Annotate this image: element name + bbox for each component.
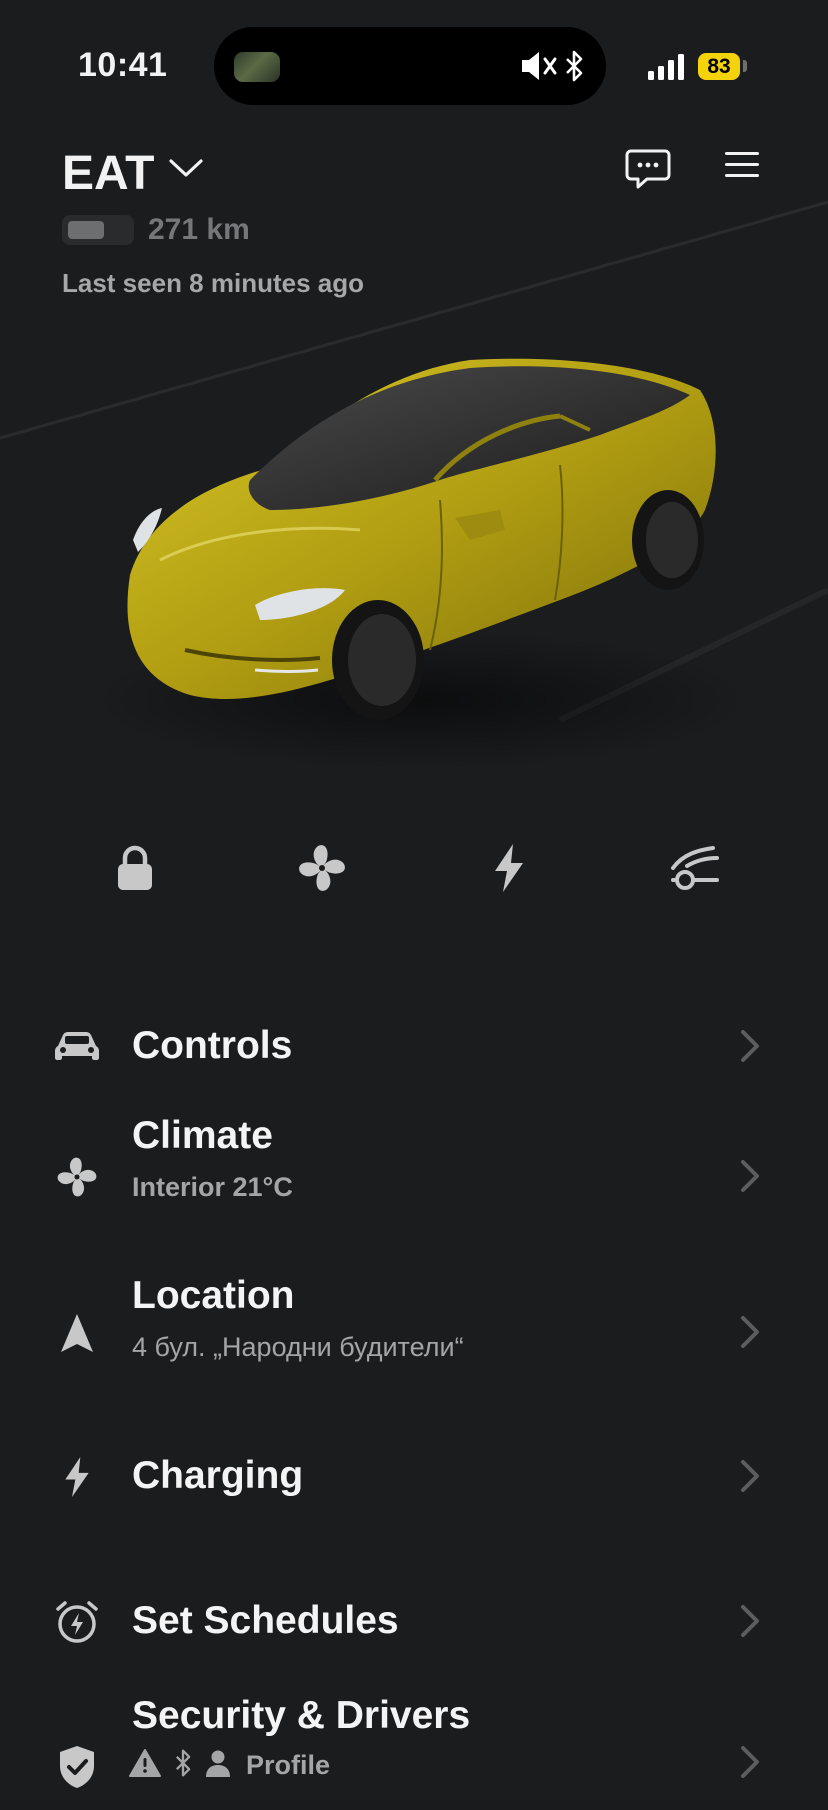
chevron-right-icon	[738, 1312, 762, 1352]
charging-quick-button[interactable]	[469, 830, 549, 910]
chevron-right-icon	[738, 1456, 762, 1496]
security-subtitle: Profile	[246, 1750, 331, 1780]
menu-item-set-schedules[interactable]: Set Schedules	[0, 1575, 828, 1675]
security-title: Security & Drivers	[132, 1694, 471, 1737]
climate-title: Climate	[132, 1114, 273, 1157]
fan-icon	[52, 1152, 102, 1202]
status-bar: 10:41 83	[0, 0, 828, 120]
chevron-right-icon	[738, 1026, 762, 1066]
silent-mode-icon	[520, 49, 560, 88]
menu-item-security-drivers[interactable]: Security & Drivers Profile	[0, 1690, 828, 1810]
profile-person-icon	[204, 1748, 232, 1783]
lock-icon	[115, 844, 155, 897]
battery-icon: 83	[698, 53, 740, 80]
lock-button[interactable]	[95, 830, 175, 910]
bluetooth-icon	[172, 1748, 194, 1783]
lightning-icon	[52, 1452, 102, 1502]
now-playing-thumbnail	[234, 52, 280, 82]
status-time: 10:41	[78, 46, 168, 84]
security-status-icons: Profile	[128, 1748, 330, 1783]
chevron-right-icon	[738, 1601, 762, 1641]
bluetooth-icon	[564, 49, 584, 88]
menu-item-climate[interactable]: Climate Interior 21°C	[0, 1110, 828, 1240]
menu-item-controls[interactable]: Controls	[0, 1000, 828, 1100]
chevron-right-icon	[738, 1742, 762, 1782]
chevron-right-icon	[738, 1156, 762, 1196]
car-illustration	[0, 180, 828, 820]
frunk-button[interactable]	[655, 830, 735, 910]
quick-actions-bar	[0, 830, 828, 910]
alarm-clock-icon	[52, 1597, 102, 1647]
navigation-arrow-icon	[52, 1308, 102, 1358]
lightning-icon	[491, 843, 527, 898]
menu-item-charging[interactable]: Charging	[0, 1430, 828, 1530]
controls-title: Controls	[132, 1024, 293, 1067]
battery-percent: 83	[707, 55, 731, 78]
car-icon	[52, 1020, 102, 1070]
set-schedules-title: Set Schedules	[132, 1599, 399, 1642]
island-icons	[520, 49, 584, 88]
climate-quick-button[interactable]	[282, 830, 362, 910]
warning-icon	[128, 1748, 162, 1783]
shield-check-icon	[52, 1742, 102, 1792]
location-title: Location	[132, 1274, 295, 1317]
charging-title: Charging	[132, 1454, 304, 1497]
fan-icon	[296, 842, 348, 899]
cellular-signal-icon	[648, 54, 688, 85]
location-subtitle: 4 бул. „Народни будители“	[132, 1332, 464, 1362]
battery-nub	[743, 60, 747, 72]
climate-subtitle: Interior 21°C	[132, 1172, 293, 1202]
frunk-icon	[669, 844, 721, 897]
menu-item-location[interactable]: Location 4 бул. „Народни будители“	[0, 1270, 828, 1390]
dynamic-island[interactable]	[214, 27, 606, 105]
